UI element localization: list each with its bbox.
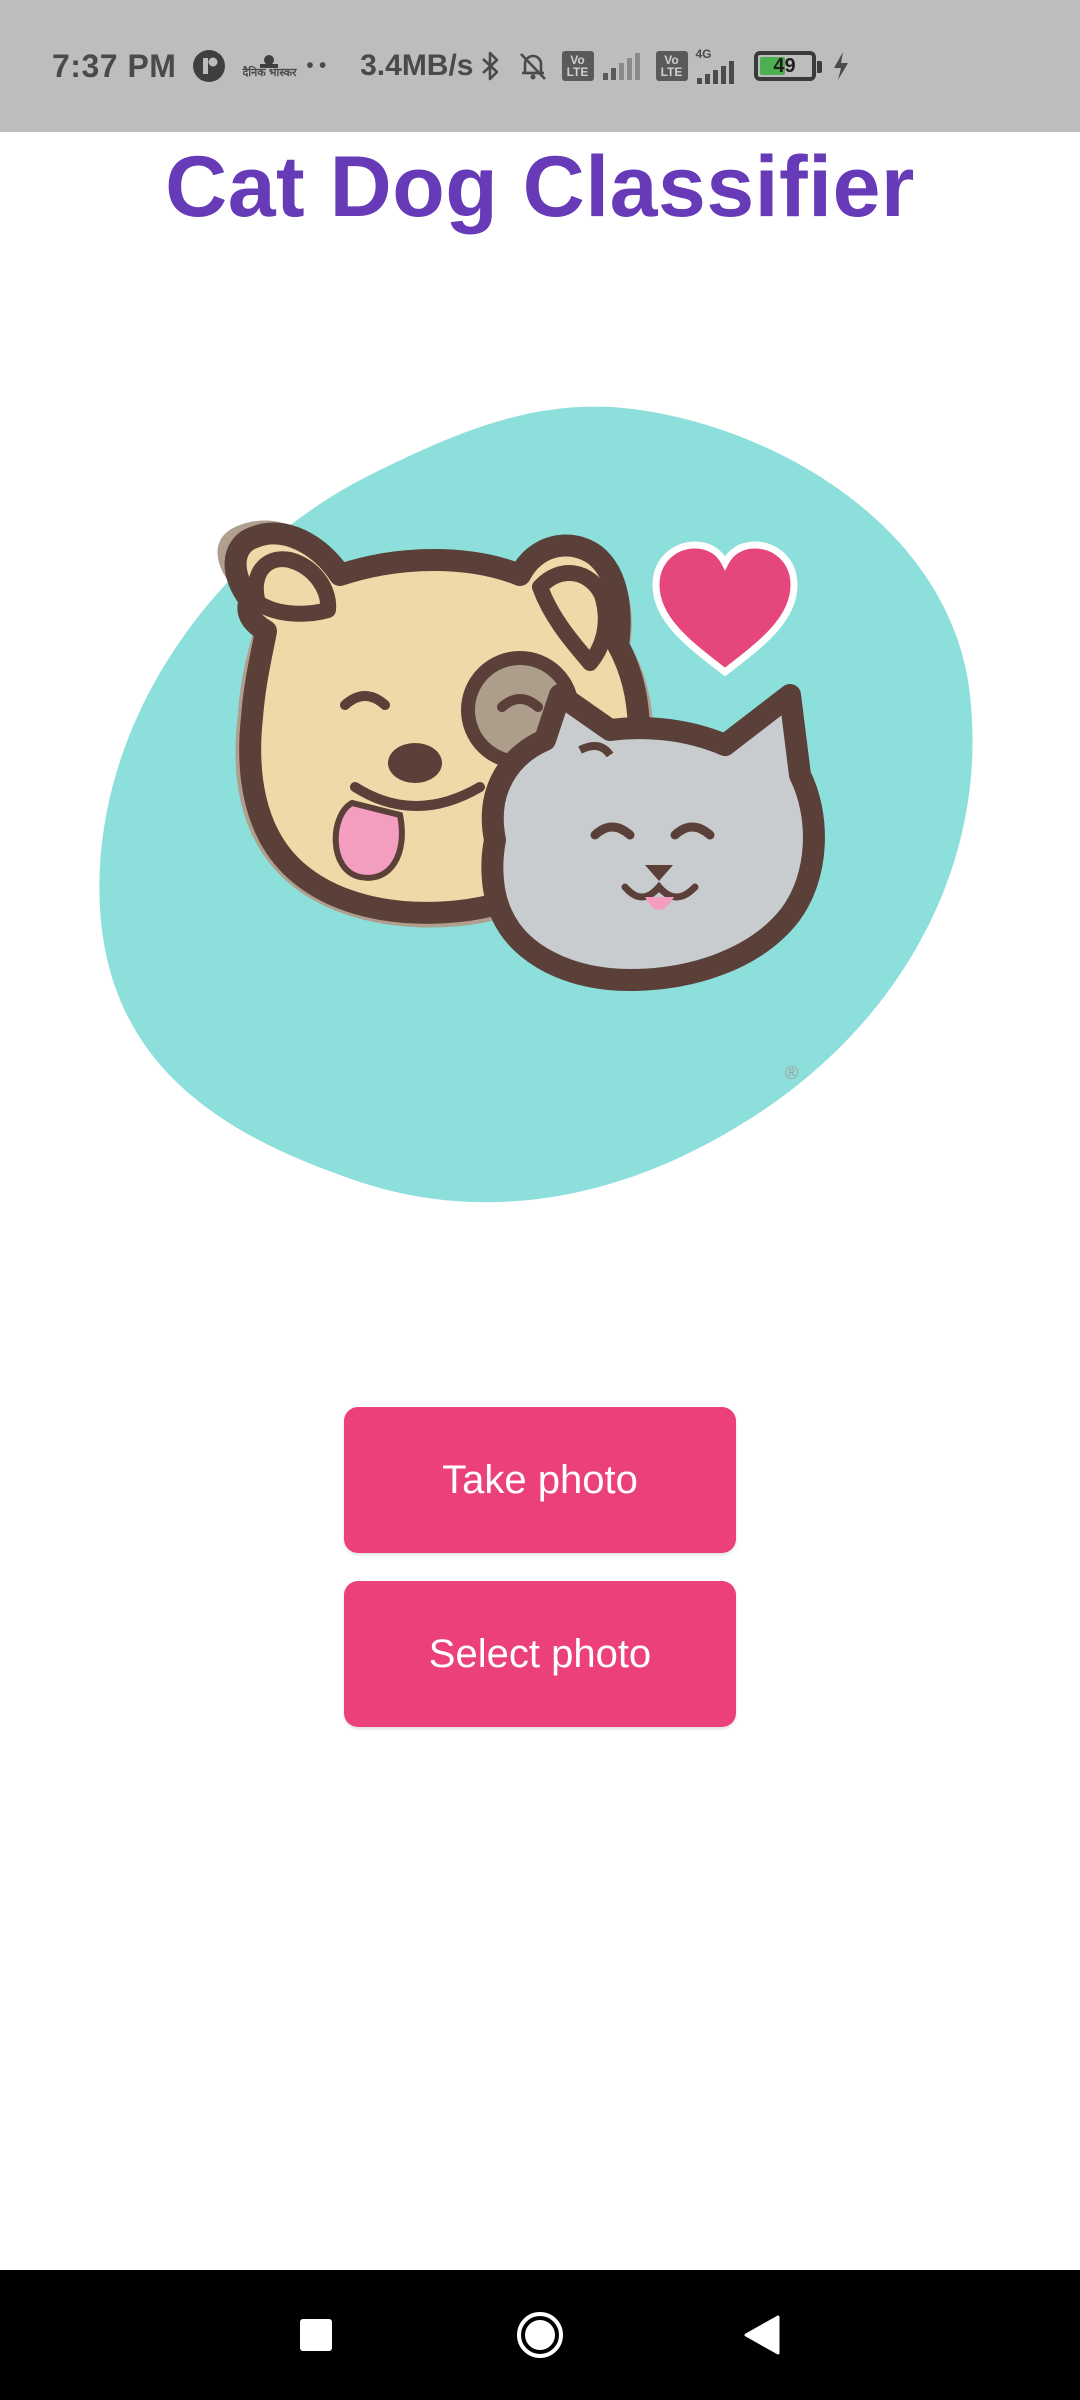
network-type: 4G xyxy=(695,46,712,61)
signal-icon-sim2: 4G xyxy=(695,46,740,84)
navigation-bar xyxy=(0,2270,1080,2400)
app-screen: 7:37 PM दैनिक भास्कर • • 3.4MB/s Vo LTE … xyxy=(0,0,1080,2400)
app-notification-icon xyxy=(192,49,226,83)
signal-icon-sim1 xyxy=(602,51,642,81)
app-title: Cat Dog Classifier xyxy=(165,139,915,235)
charging-bolt-icon xyxy=(832,51,850,81)
bluetooth-icon xyxy=(480,49,502,83)
status-time: 7:37 PM xyxy=(52,47,177,84)
circle-icon xyxy=(517,2312,563,2358)
more-notifications-dots: • • xyxy=(306,54,327,77)
registered-mark: ® xyxy=(785,1063,798,1083)
back-button[interactable] xyxy=(722,2270,802,2400)
volte-badge-sim2: Vo LTE xyxy=(655,51,688,81)
news-app-icon: दैनिक भास्कर xyxy=(242,54,297,79)
square-icon xyxy=(300,2319,332,2351)
volte-badge-sim1: Vo LTE xyxy=(561,51,594,81)
network-speed: 3.4MB/s xyxy=(360,49,474,82)
recent-apps-button[interactable] xyxy=(276,2270,356,2400)
back-triangle-icon xyxy=(744,2315,780,2355)
cat-face xyxy=(481,684,825,991)
battery-icon: 49 xyxy=(753,51,822,81)
take-photo-button[interactable]: Take photo xyxy=(344,1407,736,1553)
mute-bell-icon xyxy=(516,49,550,83)
cat-dog-illustration: ® xyxy=(99,406,973,1203)
select-photo-button[interactable]: Select photo xyxy=(344,1581,736,1727)
news-app-label: दैनिक भास्कर xyxy=(242,66,297,79)
home-button[interactable] xyxy=(500,2270,580,2400)
battery-level: 49 xyxy=(773,54,796,77)
status-bar: 7:37 PM दैनिक भास्कर • • 3.4MB/s Vo LTE … xyxy=(0,0,1080,132)
